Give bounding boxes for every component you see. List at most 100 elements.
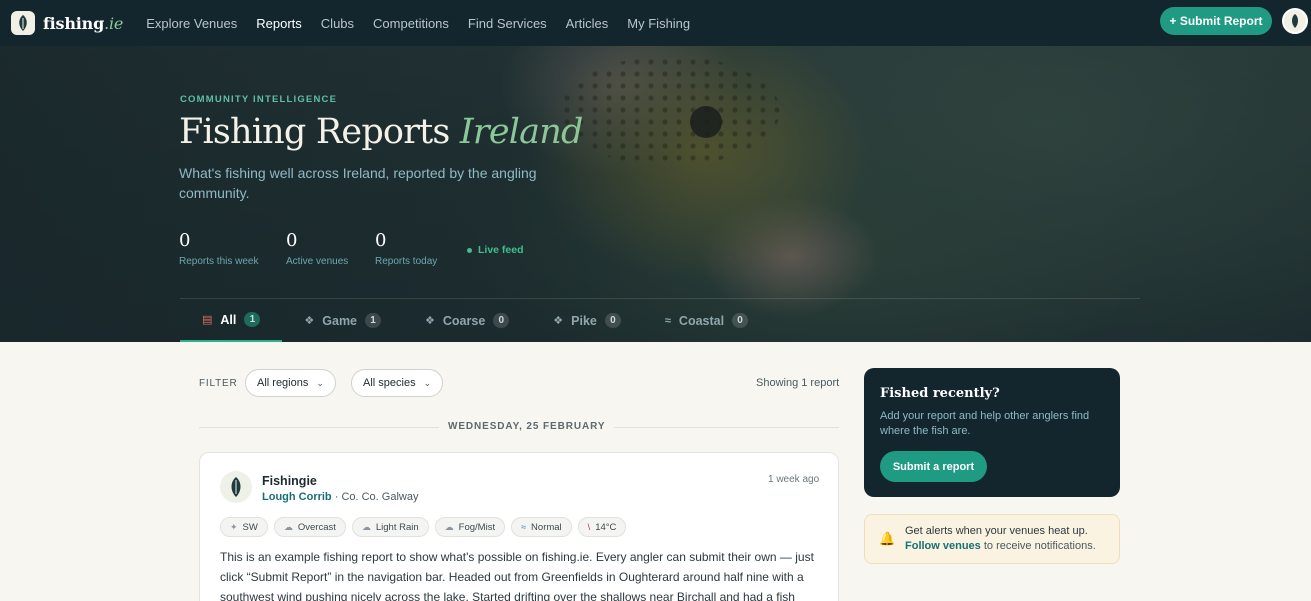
stat-active-venues: 0 Active venues [286,230,348,267]
report-venue: Lough Corrib · Co. Co. Galway [262,491,418,503]
submit-report-button[interactable]: + Submit Report [1160,7,1272,35]
nav-link-reports[interactable]: Reports [256,16,302,31]
tab-coarse[interactable]: ❖ Coarse 0 [403,299,531,342]
region-select-value: All regions [257,377,309,389]
report-author[interactable]: Fishingie [262,474,317,488]
nav-link-my-fishing[interactable]: My Fishing [627,16,690,31]
submit-a-report-button[interactable]: Submit a report [880,451,987,482]
condition-chip-rain: ☁ Light Rain [351,517,429,537]
site-logo[interactable]: fishing.ie [11,11,123,35]
condition-chip-sky: ☁ Overcast [273,517,346,537]
date-separator-label: WEDNESDAY, 25 FEBRUARY [439,421,615,432]
stat-label: Active venues [286,256,349,267]
stat-label: Reports this week [179,256,259,267]
chip-label: Overcast [297,521,336,533]
tab-label: Pike [571,313,597,328]
conditions-chips: ✦ SW ☁ Overcast ☁ Light Rain ☁ Fog/Mist ≈ Nor… [220,517,632,537]
thermometer-icon: \ [587,522,591,532]
chip-label: Normal [531,521,562,533]
tab-label: Coastal [678,313,725,328]
wind-icon: ✦ [230,521,238,532]
category-tabs: ▤ All 1 ❖ Game 1 ❖ Coarse 0 ❖ Pike 0 ≈ C [180,299,770,342]
nav-link-articles[interactable]: Articles [566,16,609,31]
tab-pike[interactable]: ❖ Pike 0 [531,299,643,342]
report-icon: ▤ [202,314,213,326]
hero-content: COMMUNITY INTELLIGENCE Fishing Reports I… [0,46,1311,342]
alert-title: Get alerts when your venues heat up. [905,525,1088,537]
venue-location: · Co. Co. Galway [334,491,419,503]
promo-title: Fished recently? [880,386,1000,401]
nav-link-clubs[interactable]: Clubs [321,16,354,31]
fish-hook-icon: ❖ [553,315,564,327]
page-title: Fishing Reports Ireland [179,112,583,152]
author-avatar[interactable] [220,471,252,503]
fog-icon: ☁ [444,521,454,532]
chip-label: Light Rain [375,521,419,533]
hero-banner: COMMUNITY INTELLIGENCE Fishing Reports I… [0,46,1311,342]
chevron-down-icon: ⌄ [316,377,324,388]
logo-text: fishing.ie [43,14,123,33]
logo-tld: .ie [104,13,124,33]
stat-label: Reports today [375,256,438,267]
alert-text: Follow venues to receive notifications. [905,540,1096,552]
hero-eyebrow: COMMUNITY INTELLIGENCE [180,94,338,105]
chip-label: 14°C [595,521,617,533]
condition-chip-temperature: \ 14°C [577,517,627,537]
stat-reports-this-week: 0 Reports this week [179,230,258,267]
bell-icon: 🔔 [879,531,896,546]
report-card[interactable]: Fishingie Lough Corrib · Co. Co. Galway … [199,452,839,601]
nav-link-find-services[interactable]: Find Services [468,16,547,31]
tab-coastal[interactable]: ≈ Coastal 0 [643,299,770,342]
species-select-value: All species [363,377,416,389]
stat-value: 0 [375,230,387,251]
tab-count-badge: 0 [493,313,510,328]
stat-reports-today: 0 Reports today [375,230,437,267]
tab-count-badge: 0 [732,313,749,328]
condition-chip-water-level: ≈ Normal [511,517,572,537]
live-feed-indicator: Live feed [467,244,524,256]
stat-value: 0 [286,230,298,251]
nav-links: Explore Venues Reports Clubs Competition… [146,16,709,31]
chip-label: Fog/Mist [458,521,496,533]
fish-hook-icon: ❖ [304,315,315,327]
rain-icon: ☁ [361,521,371,532]
nav-link-competitions[interactable]: Competitions [373,16,449,31]
user-avatar[interactable] [1282,8,1308,34]
fish-avatar-icon [1292,14,1298,28]
logo-name: fishing [43,13,105,33]
condition-chip-visibility: ☁ Fog/Mist [434,517,506,537]
tab-label: Game [322,313,358,328]
tab-label: All [220,312,237,327]
tab-game[interactable]: ❖ Game 1 [282,299,403,342]
chevron-down-icon: ⌄ [423,377,432,388]
fish-hook-icon: ❖ [425,315,435,327]
filter-label: FILTER [199,378,238,389]
live-feed-label: Live feed [478,244,524,256]
page-title-main: Fishing Reports [179,112,450,152]
submit-report-promo: Fished recently? Add your report and hel… [864,368,1120,497]
alerts-notice: 🔔 Get alerts when your venues heat up. F… [864,514,1120,564]
species-select[interactable]: All species ⌄ [351,369,444,397]
follow-venues-link[interactable]: Follow venues [905,540,981,552]
chip-label: SW [242,521,258,533]
page-title-accent: Ireland [459,112,583,152]
live-dot-icon [467,247,472,253]
fish-logo-icon [11,11,35,35]
alert-suffix: to receive notifications. [983,540,1096,552]
tab-label: Coarse [442,313,486,328]
venue-link[interactable]: Lough Corrib [262,491,332,503]
report-body: This is an example fishing report to sho… [220,550,814,601]
nav-link-explore-venues[interactable]: Explore Venues [146,16,237,31]
region-select[interactable]: All regions ⌄ [245,369,336,397]
stat-value: 0 [179,230,191,251]
tab-count-badge: 0 [604,313,621,328]
tab-count-badge: 1 [365,313,382,328]
tab-count-badge: 1 [244,312,261,327]
tab-all[interactable]: ▤ All 1 [180,299,283,342]
results-count: Showing 1 report [756,377,840,389]
water-level-icon: ≈ [521,522,527,532]
hero-subtitle: What's fishing well across Ireland, repo… [179,165,537,201]
fish-avatar-icon [231,477,241,497]
condition-chip-wind: ✦ SW [220,517,268,537]
report-time: 1 week ago [768,474,820,485]
